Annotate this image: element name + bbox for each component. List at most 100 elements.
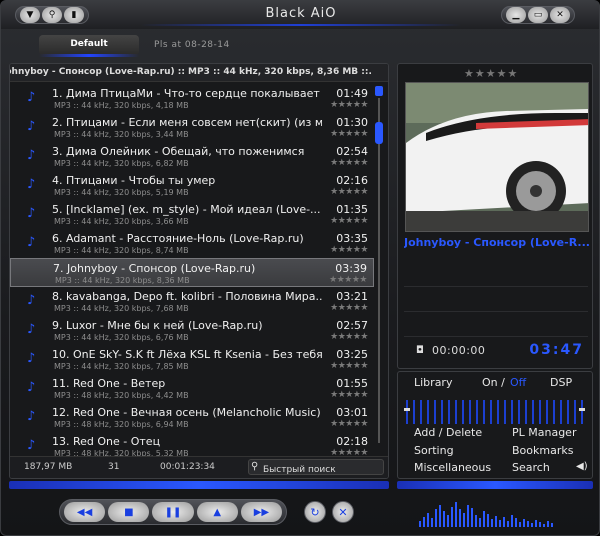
sorting-button[interactable]: Sorting xyxy=(414,444,454,457)
visualizer-bar xyxy=(551,523,553,527)
player-window: ▼ ⚲ ▮ Black AiO ▁ ▭ ✕ Default Pls at 08-… xyxy=(0,0,600,536)
track-rating[interactable]: ★★★★★ xyxy=(330,332,368,342)
playlist-row[interactable]: ♪ 6. Adamant - Расстояние-Ноль (Love-Rap.… xyxy=(10,229,374,258)
playlist-row[interactable]: ♪ 9. Luxor - Мне бы к ней (Love-Rap.ru) 02… xyxy=(10,316,374,345)
track-rating[interactable]: ★★★★★ xyxy=(330,158,368,168)
close-icon[interactable]: ✕ xyxy=(550,7,570,23)
scroll-thumb[interactable] xyxy=(375,122,383,144)
previous-icon[interactable]: ◀◀ xyxy=(64,502,106,522)
dsp-button[interactable]: DSP xyxy=(550,376,572,389)
track-rating[interactable]: ★★★★★ xyxy=(330,390,368,400)
control-panel: Library On / Off DSP Add / Delete PL Man… xyxy=(397,371,593,479)
eq-band[interactable] xyxy=(448,400,450,424)
restore-icon[interactable]: ▭ xyxy=(528,7,548,23)
eq-band[interactable] xyxy=(511,400,513,424)
music-note-icon: ♪ xyxy=(27,409,36,424)
search-button[interactable]: Search xyxy=(512,461,550,474)
eq-slider-handle[interactable] xyxy=(579,408,585,411)
eq-off-toggle[interactable]: Off xyxy=(510,376,526,389)
eq-band[interactable] xyxy=(560,400,562,424)
eq-band[interactable] xyxy=(546,400,548,424)
bookmarks-button[interactable]: Bookmarks xyxy=(512,444,573,457)
volume-icon[interactable]: ◀︎) xyxy=(576,461,588,472)
playlist-row[interactable]: ♪ 1. Дима ПтицаМи - Что-то сердце покалыв… xyxy=(10,84,374,113)
eq-band[interactable] xyxy=(525,400,527,424)
pause-icon[interactable]: ❚❚ xyxy=(152,502,194,522)
stop-icon[interactable]: ■ xyxy=(108,502,150,522)
visualizer-bar xyxy=(427,513,429,527)
eq-band[interactable] xyxy=(455,400,457,424)
eq-band[interactable] xyxy=(532,400,534,424)
track-duration: 02:57 xyxy=(336,319,368,332)
track-info: MP3 :: 44 kHz, 320 kbps, 8,74 MB xyxy=(54,246,189,255)
playlist-row[interactable]: ♪ 10. OnE SkY- S.K ft Лёха KSL ft Ksenia … xyxy=(10,345,374,374)
track-info: MP3 :: 48 kHz, 320 kbps, 6,94 MB xyxy=(54,420,189,429)
playlist-row[interactable]: ♪ 11. Red One - Ветер 01:55 MP3 :: 48 kHz, … xyxy=(10,374,374,403)
eq-band[interactable] xyxy=(406,400,408,424)
track-rating[interactable]: ★★★★★ xyxy=(330,216,368,226)
rating-stars[interactable]: ★★★★★ xyxy=(464,67,518,80)
playlist-row[interactable]: 7. Johnyboy - Спонсор (Love-Rap.ru) 03:39… xyxy=(10,258,374,287)
eq-band[interactable] xyxy=(581,400,583,424)
total-size: 187,97 MB xyxy=(24,462,73,472)
eq-on-toggle[interactable]: On / xyxy=(482,376,505,389)
eq-band[interactable] xyxy=(476,400,478,424)
track-rating[interactable]: ★★★★★ xyxy=(330,187,368,197)
miscellaneous-button[interactable]: Miscellaneous xyxy=(414,461,491,474)
track-rating[interactable]: ★★★★★ xyxy=(330,361,368,371)
track-title: 9. Luxor - Мне бы к ней (Love-Rap.ru) xyxy=(52,319,263,332)
playlist-row[interactable]: ♪ 2. Птицами - Если меня совсем нет(скит)… xyxy=(10,113,374,142)
playlist-row[interactable]: ♪ 8. kavabanga, Depo ft. kolibri - Полови… xyxy=(10,287,374,316)
playlist-row[interactable]: ♪ 3. Дима Олейник - Обещай, что поженимся… xyxy=(10,142,374,171)
track-title: 1. Дима ПтицаМи - Что-то сердце покалыва… xyxy=(52,87,320,100)
track-info: MP3 :: 44 kHz, 320 kbps, 7,85 MB xyxy=(54,362,189,371)
quick-search-input[interactable]: ⚲ Быстрый поиск xyxy=(248,459,384,475)
track-rating[interactable]: ★★★★★ xyxy=(330,303,368,313)
minimize-icon[interactable]: ▁ xyxy=(506,7,526,23)
eject-icon[interactable]: ▲ xyxy=(196,502,238,522)
remaining-time[interactable]: 03:47 xyxy=(529,342,584,358)
playlist-row[interactable]: ♪ 5. [Incklame] (ex. m_style) - Мой идеал… xyxy=(10,200,374,229)
eq-band[interactable] xyxy=(504,400,506,424)
eq-slider-handle[interactable] xyxy=(404,408,410,411)
add-delete-button[interactable]: Add / Delete xyxy=(414,426,482,439)
eq-band[interactable] xyxy=(567,400,569,424)
track-rating[interactable]: ★★★★★ xyxy=(330,129,368,139)
eq-band[interactable] xyxy=(427,400,429,424)
library-button[interactable]: Library xyxy=(414,376,452,389)
repeat-icon[interactable]: ↻ xyxy=(304,501,326,523)
playlist-scrollbar[interactable] xyxy=(374,86,384,454)
track-rating[interactable]: ★★★★★ xyxy=(330,419,368,429)
tab-pls-at[interactable]: Pls at 08-28-14 xyxy=(154,40,230,50)
eq-band[interactable] xyxy=(497,400,499,424)
track-rating[interactable]: ★★★★★ xyxy=(330,100,368,110)
clock-icon: ◘ xyxy=(416,345,424,356)
eq-band[interactable] xyxy=(574,400,576,424)
eq-band[interactable] xyxy=(518,400,520,424)
playlist-row[interactable]: ♪ 12. Red One - Вечная осень (Melancholic… xyxy=(10,403,374,432)
eq-band[interactable] xyxy=(483,400,485,424)
track-info: MP3 :: 44 kHz, 320 kbps, 3,66 MB xyxy=(54,217,189,226)
eq-band[interactable] xyxy=(462,400,464,424)
track-rating[interactable]: ★★★★★ xyxy=(329,275,367,285)
visualizer-bar xyxy=(495,516,497,527)
track-rating[interactable]: ★★★★★ xyxy=(330,245,368,255)
eq-band[interactable] xyxy=(539,400,541,424)
eq-band[interactable] xyxy=(434,400,436,424)
equalizer-sliders[interactable] xyxy=(404,396,586,426)
eq-band[interactable] xyxy=(553,400,555,424)
title-bar[interactable]: ▼ ⚲ ▮ Black AiO ▁ ▭ ✕ xyxy=(1,1,599,29)
eq-band[interactable] xyxy=(413,400,415,424)
visualizer-bar xyxy=(511,515,513,527)
pl-manager-button[interactable]: PL Manager xyxy=(512,426,576,439)
playlist-row[interactable]: ♪ 4. Птицами - Чтобы ты умер 02:16 MP3 :: 4… xyxy=(10,171,374,200)
eq-band[interactable] xyxy=(469,400,471,424)
eq-band[interactable] xyxy=(490,400,492,424)
scroll-up-icon[interactable] xyxy=(375,86,383,96)
eq-band[interactable] xyxy=(441,400,443,424)
shuffle-icon[interactable]: ✕ xyxy=(332,501,354,523)
tab-default[interactable]: Default xyxy=(39,35,139,57)
next-icon[interactable]: ▶▶ xyxy=(240,502,283,522)
eq-band[interactable] xyxy=(420,400,422,424)
track-title: 10. OnE SkY- S.K ft Лёха KSL ft Ksenia -… xyxy=(52,348,322,361)
